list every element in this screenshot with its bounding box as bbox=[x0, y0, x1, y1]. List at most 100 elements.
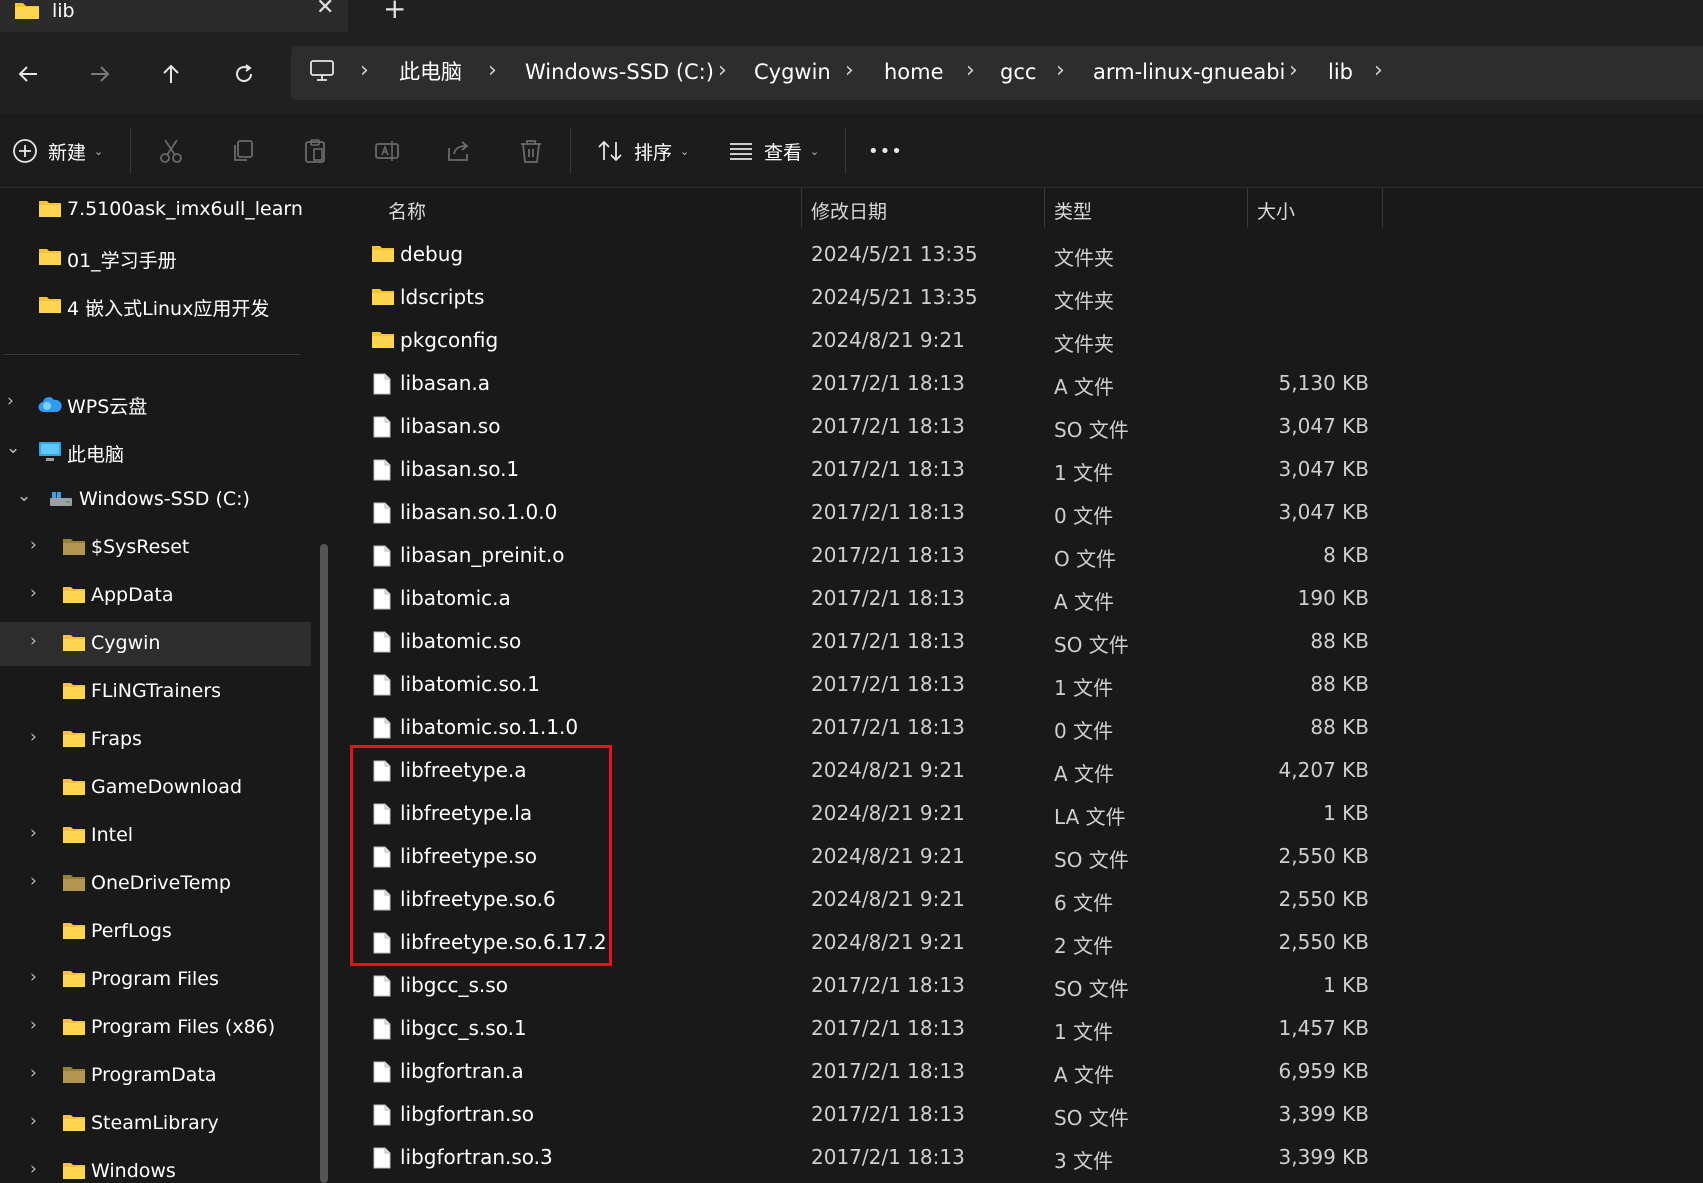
chevron-right-icon[interactable]: › bbox=[30, 967, 37, 987]
file-row[interactable]: libfreetype.la 2024/8/21 9:21 LA 文件 1 KB bbox=[339, 793, 1369, 836]
file-row[interactable]: libfreetype.so.6.17.2 2024/8/21 9:21 2 文件 2… bbox=[339, 922, 1369, 965]
column-divider[interactable] bbox=[1382, 188, 1383, 228]
breadcrumb-gcc[interactable]: gcc bbox=[1000, 59, 1036, 85]
file-row[interactable]: libasan.so.1 2017/2/1 18:13 1 文件 3,047 KB bbox=[339, 449, 1369, 492]
forward-button[interactable] bbox=[82, 56, 118, 92]
view-button[interactable]: 查看 ⌄ bbox=[728, 132, 819, 170]
breadcrumb-separator[interactable]: › bbox=[360, 58, 369, 84]
breadcrumb-home[interactable]: home bbox=[884, 59, 944, 85]
file-row[interactable]: libgfortran.so 2017/2/1 18:13 SO 文件 3,399 K… bbox=[339, 1094, 1369, 1137]
sidebar-item-this-pc[interactable]: ⌄ 此电脑 bbox=[0, 430, 312, 474]
file-row[interactable]: libasan.a 2017/2/1 18:13 A 文件 5,130 KB bbox=[339, 363, 1369, 406]
chevron-right-icon[interactable]: › bbox=[30, 535, 37, 555]
file-row[interactable]: debug 2024/5/21 13:35 文件夹 bbox=[339, 234, 1369, 277]
file-row[interactable]: ldscripts 2024/5/21 13:35 文件夹 bbox=[339, 277, 1369, 320]
file-row[interactable]: libfreetype.so 2024/8/21 9:21 SO 文件 2,550 K… bbox=[339, 836, 1369, 879]
close-tab-icon[interactable]: ✕ bbox=[316, 0, 334, 20]
file-row[interactable]: libatomic.a 2017/2/1 18:13 A 文件 190 KB bbox=[339, 578, 1369, 621]
column-header-type[interactable]: 类型 bbox=[1054, 197, 1092, 224]
sidebar-scrollbar-thumb[interactable] bbox=[320, 544, 328, 1183]
column-divider[interactable] bbox=[1247, 188, 1248, 228]
new-tab-button[interactable]: + bbox=[383, 0, 406, 23]
tab-lib[interactable]: lib ✕ bbox=[0, 0, 348, 32]
breadcrumb-separator[interactable]: › bbox=[1374, 58, 1383, 84]
chevron-right-icon[interactable]: › bbox=[30, 871, 37, 891]
file-row[interactable]: libgfortran.a 2017/2/1 18:13 A 文件 6,959 KB bbox=[339, 1051, 1369, 1094]
file-row[interactable]: libfreetype.so.6 2024/8/21 9:21 6 文件 2,550 … bbox=[339, 879, 1369, 922]
column-divider[interactable] bbox=[801, 188, 802, 228]
new-button[interactable]: 新建 ⌄ bbox=[12, 132, 103, 170]
sidebar-item-wps-cloud[interactable]: › WPS云盘 bbox=[0, 382, 312, 426]
chevron-right-icon[interactable]: › bbox=[30, 823, 37, 843]
file-row[interactable]: libatomic.so.1.1.0 2017/2/1 18:13 0 文件 88 K… bbox=[339, 707, 1369, 750]
file-row[interactable]: libasan.so 2017/2/1 18:13 SO 文件 3,047 KB bbox=[339, 406, 1369, 449]
chevron-right-icon[interactable]: › bbox=[30, 583, 37, 603]
column-divider[interactable] bbox=[1044, 188, 1045, 228]
sidebar-folder-item[interactable]: PerfLogs bbox=[0, 910, 312, 954]
file-row[interactable]: libasan.so.1.0.0 2017/2/1 18:13 0 文件 3,047 … bbox=[339, 492, 1369, 535]
sidebar-folder-item[interactable]: › SteamLibrary bbox=[0, 1102, 312, 1146]
breadcrumb-drive[interactable]: Windows-SSD (C:) bbox=[525, 59, 714, 85]
sidebar-folder-item[interactable]: › Windows bbox=[0, 1150, 312, 1183]
breadcrumb-separator[interactable]: › bbox=[1289, 58, 1298, 84]
computer-icon[interactable] bbox=[310, 60, 334, 86]
sidebar-item-drive-c[interactable]: ⌄ Windows-SSD (C:) bbox=[0, 478, 312, 522]
breadcrumb-separator[interactable]: › bbox=[488, 58, 497, 84]
breadcrumb-lib[interactable]: lib bbox=[1328, 59, 1353, 85]
chevron-right-icon[interactable]: › bbox=[7, 391, 14, 411]
sidebar-folder-item[interactable]: › Fraps bbox=[0, 718, 312, 762]
chevron-right-icon[interactable]: › bbox=[30, 727, 37, 747]
share-button[interactable] bbox=[446, 132, 472, 170]
file-row[interactable]: libatomic.so 2017/2/1 18:13 SO 文件 88 KB bbox=[339, 621, 1369, 664]
chevron-right-icon[interactable]: › bbox=[30, 631, 37, 651]
chevron-down-icon[interactable]: ⌄ bbox=[6, 438, 20, 458]
delete-button[interactable] bbox=[518, 132, 544, 170]
file-row[interactable]: libgfortran.so.3 2017/2/1 18:13 3 文件 3,399 … bbox=[339, 1137, 1369, 1180]
breadcrumb-separator[interactable]: › bbox=[718, 58, 727, 84]
sidebar-folder-item[interactable]: FLiNGTrainers bbox=[0, 670, 312, 714]
breadcrumb-this-pc[interactable]: 此电脑 bbox=[399, 59, 462, 85]
sidebar-folder-item[interactable]: › $SysReset bbox=[0, 526, 312, 570]
sidebar-item-quick-3[interactable]: 4 嵌入式Linux应用开发 bbox=[0, 284, 312, 328]
sidebar-folder-item[interactable]: › AppData bbox=[0, 574, 312, 618]
more-options-button[interactable]: ••• bbox=[868, 132, 903, 170]
breadcrumb-cygwin[interactable]: Cygwin bbox=[754, 59, 831, 85]
column-header-date[interactable]: 修改日期 bbox=[811, 197, 887, 224]
chevron-right-icon[interactable]: › bbox=[30, 1015, 37, 1035]
sidebar-folder-item[interactable]: › Program Files bbox=[0, 958, 312, 1002]
file-row[interactable]: libgcc_s.so.1 2017/2/1 18:13 1 文件 1,457 KB bbox=[339, 1008, 1369, 1051]
sidebar-folder-item[interactable]: › ProgramData bbox=[0, 1054, 312, 1098]
breadcrumb-separator[interactable]: › bbox=[845, 58, 854, 84]
file-row[interactable]: libatomic.so.1 2017/2/1 18:13 1 文件 88 KB bbox=[339, 664, 1369, 707]
sort-button[interactable]: 排序 ⌄ bbox=[596, 132, 689, 170]
sidebar-folder-item[interactable]: GameDownload bbox=[0, 766, 312, 810]
sidebar-item-quick-2[interactable]: 01_学习手册 bbox=[0, 236, 312, 280]
column-header-name[interactable]: 名称 bbox=[388, 197, 426, 224]
sidebar-folder-item[interactable]: › OneDriveTemp bbox=[0, 862, 312, 906]
file-row[interactable]: libgcc_s.so 2017/2/1 18:13 SO 文件 1 KB bbox=[339, 965, 1369, 1008]
copy-button[interactable] bbox=[230, 132, 256, 170]
sidebar-item-quick-1[interactable]: 7.5100ask_imx6ull_learn bbox=[0, 188, 312, 232]
sidebar-folder-item[interactable]: › Intel bbox=[0, 814, 312, 858]
breadcrumb-arm-linux-gnueabi[interactable]: arm-linux-gnueabi bbox=[1093, 59, 1285, 85]
file-row[interactable]: libfreetype.a 2024/8/21 9:21 A 文件 4,207 KB bbox=[339, 750, 1369, 793]
refresh-button[interactable] bbox=[226, 56, 262, 92]
breadcrumb-separator[interactable]: › bbox=[1056, 58, 1065, 84]
chevron-right-icon[interactable]: › bbox=[30, 1159, 37, 1179]
cut-button[interactable] bbox=[158, 132, 184, 170]
sidebar-folder-item[interactable]: › Program Files (x86) bbox=[0, 1006, 312, 1050]
sidebar-folder-item[interactable]: › Cygwin bbox=[0, 622, 311, 666]
chevron-right-icon[interactable]: › bbox=[30, 1063, 37, 1083]
breadcrumb-separator[interactable]: › bbox=[966, 58, 975, 84]
file-row[interactable]: libasan_preinit.o 2017/2/1 18:13 O 文件 8 KB bbox=[339, 535, 1369, 578]
chevron-down-icon[interactable]: ⌄ bbox=[17, 486, 31, 506]
address-bar[interactable]: › 此电脑 › Windows-SSD (C:) › Cygwin › home… bbox=[291, 46, 1703, 100]
paste-button[interactable] bbox=[302, 132, 328, 170]
column-header-size[interactable]: 大小 bbox=[1257, 197, 1295, 224]
rename-button[interactable] bbox=[374, 132, 400, 170]
file-row[interactable]: pkgconfig 2024/8/21 9:21 文件夹 bbox=[339, 320, 1369, 363]
chevron-right-icon[interactable]: › bbox=[30, 1111, 37, 1131]
back-button[interactable] bbox=[10, 56, 46, 92]
file-type: SO 文件 bbox=[1054, 1106, 1129, 1130]
up-button[interactable] bbox=[153, 56, 189, 92]
